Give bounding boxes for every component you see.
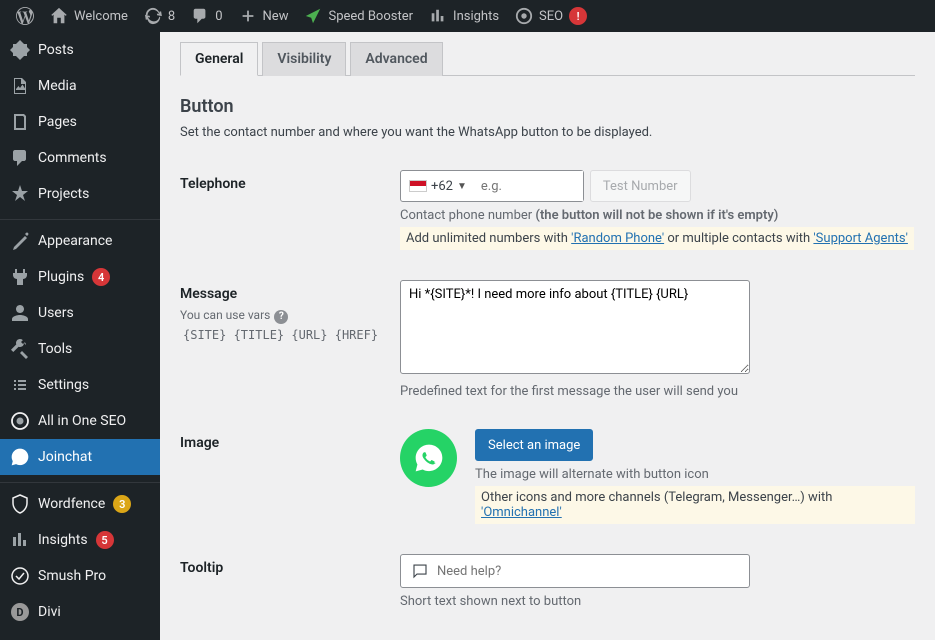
vars-list: {SITE} {TITLE} {URL} {HREF} xyxy=(180,327,381,343)
comments-bar[interactable]: 0 xyxy=(183,0,230,32)
label-tooltip: Tooltip xyxy=(180,554,400,609)
section-desc: Set the contact number and where you wan… xyxy=(180,125,915,140)
dial-code: +62 xyxy=(431,179,453,194)
support-agents-link[interactable]: 'Support Agents' xyxy=(813,231,907,246)
sidebar-item-joinchat[interactable]: Joinchat xyxy=(0,439,160,475)
speed-booster-bar[interactable]: Speed Booster xyxy=(296,0,421,32)
svg-text:D: D xyxy=(16,606,23,619)
country-selector[interactable]: +62 ▼ xyxy=(401,179,473,194)
omnichannel-link[interactable]: 'Omnichannel' xyxy=(481,505,562,520)
new-content[interactable]: New xyxy=(231,0,297,32)
site-home[interactable]: Welcome xyxy=(42,0,136,32)
insights-badge: 5 xyxy=(96,531,114,549)
sidebar-item-appearance[interactable]: Appearance xyxy=(0,223,160,259)
row-tooltip: Tooltip Short text shown next to button xyxy=(180,554,915,609)
label-telephone: Telephone xyxy=(180,170,400,250)
sidebar-item-divi[interactable]: DDivi xyxy=(0,594,160,630)
sidebar-item-media[interactable]: Media xyxy=(0,68,160,104)
phone-upsell-note: Add unlimited numbers with 'Random Phone… xyxy=(400,227,914,250)
sidebar-item-posts[interactable]: Posts xyxy=(0,32,160,68)
tooltip-help: Short text shown next to button xyxy=(400,594,915,609)
comments-count: 0 xyxy=(215,9,222,24)
sidebar-item-settings[interactable]: Settings xyxy=(0,367,160,403)
row-image: Image Select an image The image will alt… xyxy=(180,429,915,524)
chevron-down-icon: ▼ xyxy=(457,181,467,192)
flag-indonesia-icon xyxy=(409,180,427,192)
whatsapp-icon xyxy=(400,429,457,487)
sidebar-item-pages[interactable]: Pages xyxy=(0,104,160,140)
sidebar-item-insights[interactable]: Insights5 xyxy=(0,522,160,558)
separator xyxy=(0,478,160,483)
sidebar-item-projects[interactable]: Projects xyxy=(0,176,160,212)
plugins-badge: 4 xyxy=(92,268,110,286)
phone-number-field[interactable] xyxy=(473,171,583,201)
insights-bar[interactable]: Insights xyxy=(421,0,507,32)
admin-sidebar: Posts Media Pages Comments Projects Appe… xyxy=(0,32,160,640)
tab-general[interactable]: General xyxy=(180,42,258,76)
image-help: The image will alternate with button ico… xyxy=(475,467,915,482)
sidebar-item-comments[interactable]: Comments xyxy=(0,140,160,176)
sidebar-item-speed-booster[interactable]: Speed Booster xyxy=(0,630,160,640)
sidebar-item-users[interactable]: Users xyxy=(0,295,160,331)
site-name: Welcome xyxy=(74,9,128,24)
sidebar-item-wordfence[interactable]: Wordfence3 xyxy=(0,486,160,522)
sidebar-item-smush[interactable]: Smush Pro xyxy=(0,558,160,594)
updates-count: 8 xyxy=(168,9,175,24)
label-message: Message You can use vars? {SITE} {TITLE}… xyxy=(180,280,400,399)
admin-bar: Welcome 8 0 New Speed Booster Insights S… xyxy=(0,0,935,32)
section-title: Button xyxy=(180,96,915,117)
phone-input-group: +62 ▼ xyxy=(400,170,584,202)
row-message: Message You can use vars? {SITE} {TITLE}… xyxy=(180,280,915,399)
label-image: Image xyxy=(180,429,400,524)
seo-bar[interactable]: SEO! xyxy=(507,0,595,32)
image-upsell-note: Other icons and more channels (Telegram,… xyxy=(475,486,915,524)
wordfence-badge: 3 xyxy=(113,495,131,513)
updates[interactable]: 8 xyxy=(136,0,183,32)
test-number-button[interactable]: Test Number xyxy=(590,170,691,202)
wp-logo[interactable] xyxy=(8,0,42,32)
random-phone-link[interactable]: 'Random Phone' xyxy=(571,231,664,246)
tabs: General Visibility Advanced xyxy=(180,42,915,76)
message-textarea[interactable] xyxy=(400,280,750,374)
seo-alert-icon: ! xyxy=(569,7,587,25)
tab-advanced[interactable]: Advanced xyxy=(350,42,442,76)
tab-visibility[interactable]: Visibility xyxy=(262,42,346,76)
phone-help: Contact phone number (the button will no… xyxy=(400,208,915,223)
sidebar-item-plugins[interactable]: Plugins4 xyxy=(0,259,160,295)
row-telephone: Telephone +62 ▼ Test Number Contact phon… xyxy=(180,170,915,250)
speech-bubble-icon xyxy=(411,562,429,580)
help-icon[interactable]: ? xyxy=(274,310,288,324)
tooltip-input-wrap xyxy=(400,554,750,588)
main-content: General Visibility Advanced Button Set t… xyxy=(160,32,935,640)
separator xyxy=(0,215,160,220)
message-help: Predefined text for the first message th… xyxy=(400,384,915,399)
select-image-button[interactable]: Select an image xyxy=(475,429,593,461)
sidebar-item-tools[interactable]: Tools xyxy=(0,331,160,367)
sidebar-item-aioseo[interactable]: All in One SEO xyxy=(0,403,160,439)
tooltip-field[interactable] xyxy=(437,564,739,579)
